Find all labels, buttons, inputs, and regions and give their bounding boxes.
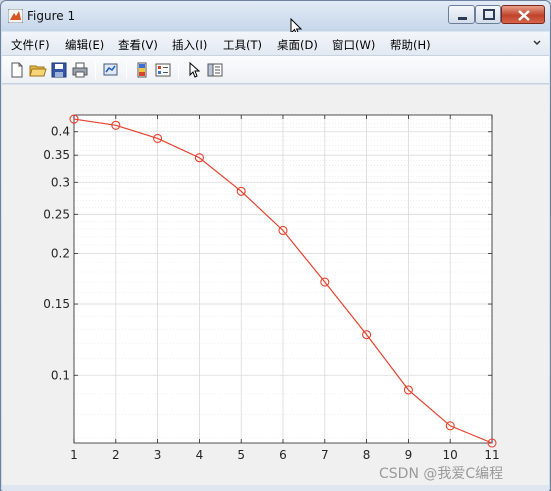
print-icon[interactable] (71, 61, 89, 79)
y-tick-label: 0.3 (51, 175, 70, 189)
toolbar (2, 56, 549, 84)
insert-colorbar-icon[interactable] (133, 61, 151, 79)
menu-tools[interactable]: 工具(T) (223, 37, 262, 53)
save-icon[interactable] (50, 61, 68, 79)
property-inspector-icon[interactable] (206, 61, 224, 79)
toolbar-separator (126, 61, 127, 79)
x-tick-label: 5 (237, 448, 245, 462)
toolbar-separator (95, 61, 96, 79)
x-tick-label: 10 (443, 448, 458, 462)
pointer-icon[interactable] (185, 61, 203, 79)
maximize-icon (483, 9, 495, 20)
menu-view[interactable]: 查看(V) (118, 37, 158, 53)
x-tick-label: 1 (70, 448, 78, 462)
x-tick-label: 6 (279, 448, 287, 462)
menu-window[interactable]: 窗口(W) (332, 37, 375, 53)
menu-file[interactable]: 文件(F) (11, 37, 50, 53)
close-icon (518, 10, 530, 21)
y-tick-label: 0.1 (51, 368, 70, 382)
minimize-icon (458, 17, 467, 20)
open-folder-icon[interactable] (29, 61, 47, 79)
insert-legend-icon[interactable] (154, 61, 172, 79)
y-tick-label: 0.4 (51, 125, 70, 139)
menu-edit[interactable]: 编辑(E) (65, 37, 104, 53)
x-tick-label: 4 (196, 448, 204, 462)
menu-help[interactable]: 帮助(H) (390, 37, 431, 53)
window-title: Figure 1 (27, 9, 76, 23)
menu-bar: 文件(F) 编辑(E) 查看(V) 插入(I) 工具(T) 桌面(D) 窗口(W… (2, 32, 549, 56)
menu-overflow-icon[interactable] (532, 38, 542, 48)
figure-canvas: 1 2 3 4 5 6 7 8 9 10 11 0.1 0.15 0.2 0.25 0.3 0.35 0.4 (2, 85, 549, 485)
toolbar-separator (178, 61, 179, 79)
menu-insert[interactable]: 插入(I) (172, 37, 207, 53)
watermark-text: CSDN @我爱C编程 (379, 466, 504, 482)
y-tick-label: 0.15 (43, 297, 70, 311)
y-tick-label: 0.35 (43, 148, 70, 162)
minimize-button[interactable] (448, 5, 475, 24)
line-chart: 1 2 3 4 5 6 7 8 9 10 11 0.1 0.15 0.2 0.25 0.3 0.35 0.4 (43, 114, 500, 462)
x-tick-label: 8 (363, 448, 371, 462)
x-tick-label: 11 (484, 448, 499, 462)
x-tick-label: 3 (154, 448, 162, 462)
figure-window: Figure 1 文件(F) 编辑(E) 查看(V) 插入(I) 工具(T) 桌… (0, 0, 551, 491)
x-tick-label: 7 (321, 448, 329, 462)
title-bar[interactable]: Figure 1 (1, 1, 550, 37)
close-button[interactable] (501, 5, 545, 24)
x-tick-label: 2 (112, 448, 120, 462)
x-tick-label: 9 (405, 448, 413, 462)
menu-desktop[interactable]: 桌面(D) (277, 37, 318, 53)
maximize-button[interactable] (475, 5, 501, 24)
y-tick-label: 0.2 (51, 246, 70, 260)
new-file-icon[interactable] (8, 61, 26, 79)
window-bottom-edge (2, 485, 549, 491)
matlab-logo-icon (8, 9, 23, 23)
y-tick-label: 0.25 (43, 207, 70, 221)
link-plot-icon[interactable] (102, 61, 120, 79)
